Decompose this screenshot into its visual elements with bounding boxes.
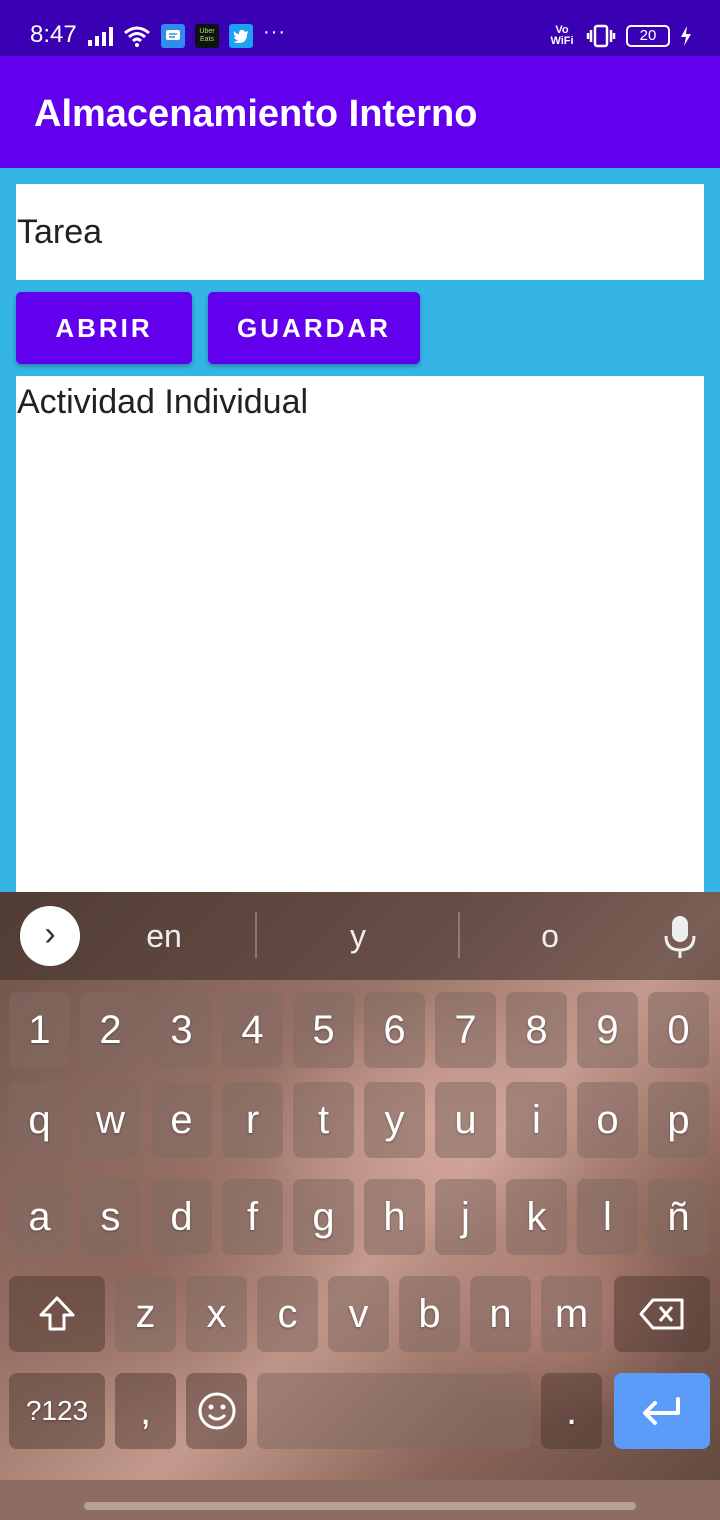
space-bar[interactable] — [257, 1373, 531, 1449]
key-w[interactable]: w — [80, 1082, 141, 1158]
filename-input[interactable] — [16, 184, 704, 280]
wifi-icon — [124, 26, 150, 47]
suggestion-bar: › en y o — [0, 892, 720, 980]
key-0[interactable]: 0 — [648, 992, 709, 1068]
suggestion-2[interactable]: y — [278, 914, 438, 958]
key-a[interactable]: a — [9, 1179, 70, 1255]
key-8[interactable]: 8 — [506, 992, 567, 1068]
shift-key[interactable] — [9, 1276, 105, 1352]
key-r[interactable]: r — [222, 1082, 283, 1158]
open-button[interactable]: ABRIR — [16, 292, 192, 364]
key-g[interactable]: g — [293, 1179, 354, 1255]
app-title: Almacenamiento Interno — [34, 93, 478, 135]
key-q[interactable]: q — [9, 1082, 70, 1158]
vowifi-icon: Vo WiFi — [550, 24, 574, 47]
key-3[interactable]: 3 — [151, 992, 212, 1068]
key-v[interactable]: v — [328, 1276, 389, 1352]
key-2[interactable]: 2 — [80, 992, 141, 1068]
key-k[interactable]: k — [506, 1179, 567, 1255]
suggestion-divider — [458, 912, 460, 958]
key-j[interactable]: j — [435, 1179, 496, 1255]
app-bar: Almacenamiento Interno — [0, 56, 720, 168]
key-n[interactable]: n — [470, 1276, 531, 1352]
more-notifications-icon: ··· — [263, 20, 286, 43]
enter-key[interactable] — [614, 1373, 710, 1449]
navigation-bar — [0, 1480, 720, 1520]
key-p[interactable]: p — [648, 1082, 709, 1158]
shift-icon — [39, 1296, 75, 1331]
emoji-icon — [198, 1392, 235, 1430]
status-bar: 8:47 Uber Eats ··· Vo WiFi 20 — [0, 0, 720, 56]
content-textarea[interactable]: Actividad Individual — [16, 376, 704, 892]
backspace-icon — [639, 1298, 684, 1330]
vibrate-icon — [586, 24, 616, 48]
key-7[interactable]: 7 — [435, 992, 496, 1068]
key-t[interactable]: t — [293, 1082, 354, 1158]
key-u[interactable]: u — [435, 1082, 496, 1158]
key-l[interactable]: l — [577, 1179, 638, 1255]
suggestion-1[interactable]: en — [84, 914, 244, 958]
key-9[interactable]: 9 — [577, 992, 638, 1068]
key-o[interactable]: o — [577, 1082, 638, 1158]
enter-icon — [643, 1397, 680, 1425]
key-1[interactable]: 1 — [9, 992, 70, 1068]
key-e[interactable]: e — [151, 1082, 212, 1158]
battery-icon: 20 — [626, 25, 670, 47]
status-right-icons: Vo WiFi 20 — [548, 20, 692, 52]
key-4[interactable]: 4 — [222, 992, 283, 1068]
message-icon — [161, 24, 185, 48]
gesture-handle[interactable] — [84, 1502, 636, 1510]
key-h[interactable]: h — [364, 1179, 425, 1255]
key-6[interactable]: 6 — [364, 992, 425, 1068]
key-m[interactable]: m — [541, 1276, 602, 1352]
suggestion-divider — [255, 912, 257, 958]
twitter-icon — [229, 24, 253, 48]
status-time: 8:47 — [30, 21, 77, 48]
symbols-key[interactable]: ?123 — [9, 1373, 105, 1449]
comma-key[interactable]: , — [115, 1373, 176, 1449]
key-x[interactable]: x — [186, 1276, 247, 1352]
key-c[interactable]: c — [257, 1276, 318, 1352]
key-y[interactable]: y — [364, 1082, 425, 1158]
key-f[interactable]: f — [222, 1179, 283, 1255]
uber-eats-icon: Uber Eats — [195, 24, 219, 48]
uber-eats-label: Uber Eats — [199, 28, 215, 43]
key-i[interactable]: i — [506, 1082, 567, 1158]
microphone-icon[interactable] — [660, 914, 700, 960]
backspace-key[interactable] — [614, 1276, 710, 1352]
save-button[interactable]: GUARDAR — [208, 292, 420, 364]
key-5[interactable]: 5 — [293, 992, 354, 1068]
period-key[interactable]: . — [541, 1373, 602, 1449]
key-d[interactable]: d — [151, 1179, 212, 1255]
key-s[interactable]: s — [80, 1179, 141, 1255]
charging-icon — [681, 26, 691, 46]
suggestion-3[interactable]: o — [470, 914, 630, 958]
status-left-icons: Uber Eats ··· — [88, 20, 286, 50]
key-z[interactable]: z — [115, 1276, 176, 1352]
emoji-key[interactable] — [186, 1373, 247, 1449]
signal-icon — [88, 26, 113, 46]
key-enye[interactable]: ñ — [648, 1179, 709, 1255]
expand-toolbar-button[interactable]: › — [20, 906, 80, 966]
key-b[interactable]: b — [399, 1276, 460, 1352]
keyboard: › en y o 1 2 3 4 5 6 7 8 9 0 q w e r t y… — [0, 892, 720, 1520]
